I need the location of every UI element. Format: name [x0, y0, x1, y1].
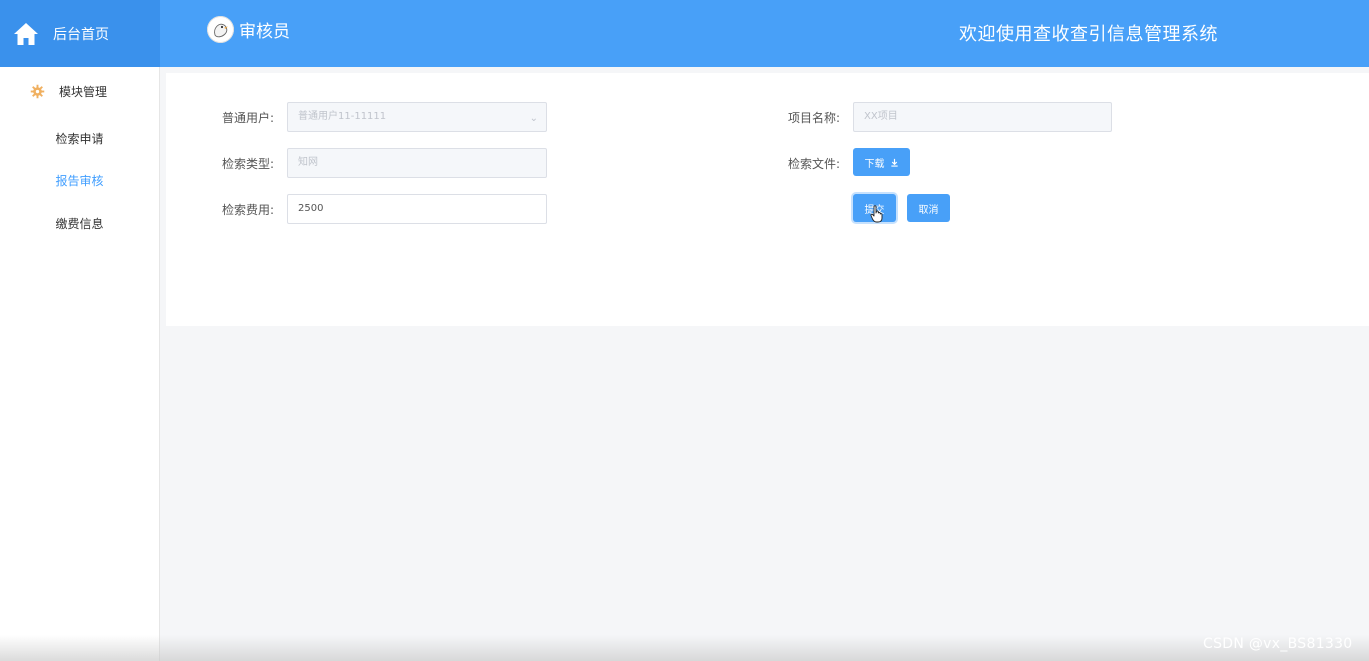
submit-button[interactable]: 提交	[853, 194, 896, 222]
cancel-button[interactable]: 取消	[907, 194, 950, 222]
download-icon	[890, 158, 898, 167]
download-button-label: 下载	[864, 158, 885, 170]
file-label: 检索文件:	[787, 157, 840, 171]
home-button[interactable]: 后台首页	[0, 0, 160, 67]
sidebar-item-payment-info[interactable]: 缴费信息	[0, 215, 159, 232]
sidebar-item-report-review[interactable]: 报告审核	[0, 172, 159, 189]
sidebar-item-search-apply[interactable]: 检索申请	[0, 130, 159, 147]
module-menu-label: 模块管理	[59, 85, 108, 99]
user-label: 普通用户:	[221, 111, 274, 125]
fee-label: 检索费用:	[221, 203, 274, 217]
type-label: 检索类型:	[221, 157, 274, 171]
chevron-down-icon: ⌄	[529, 113, 538, 124]
user-role: 审核员	[207, 16, 290, 43]
user-select[interactable]: 普通用户11-11111 ⌄	[287, 102, 547, 132]
project-label: 项目名称:	[787, 111, 840, 125]
watermark: CSDN @vx_BS81330	[1203, 636, 1353, 652]
avatar	[207, 16, 234, 43]
fee-input[interactable]: 2500	[287, 194, 547, 224]
type-field[interactable]: 知网	[287, 148, 547, 178]
download-button[interactable]: 下载	[853, 148, 910, 176]
gear-icon	[30, 84, 45, 99]
project-field[interactable]: XX项目	[853, 102, 1112, 132]
bottom-fade	[0, 635, 1369, 661]
top-bar: 后台首页 审核员 欢迎使用查收查引信息管理系统	[0, 0, 1369, 67]
system-title: 欢迎使用查收查引信息管理系统	[959, 24, 1218, 45]
module-menu-header[interactable]: 模块管理	[30, 83, 107, 100]
user-select-value: 普通用户11-11111	[298, 111, 387, 122]
sidebar: 模块管理 检索申请 报告审核 缴费信息	[0, 67, 160, 661]
home-icon	[14, 22, 38, 45]
home-label: 后台首页	[53, 26, 109, 43]
role-label: 审核员	[239, 22, 290, 42]
